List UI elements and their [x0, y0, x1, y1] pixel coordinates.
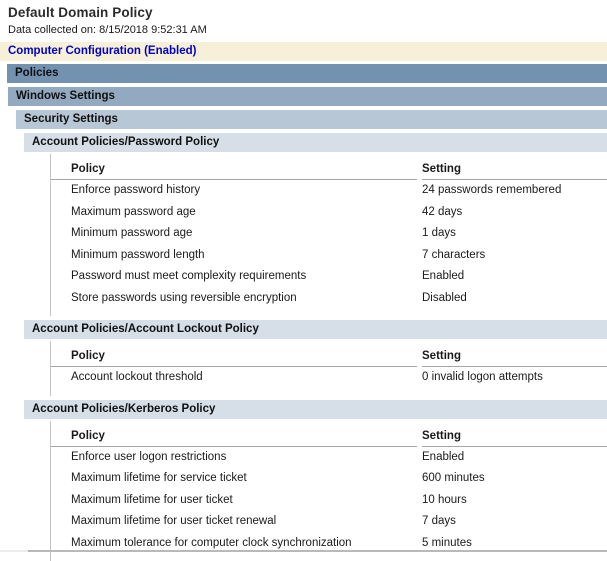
column-header-setting: Setting: [422, 426, 607, 447]
password-policy-header-bar[interactable]: Account Policies/Password Policy: [24, 133, 607, 152]
setting-cell: Disabled: [422, 288, 607, 310]
column-header-policy: Policy: [51, 426, 417, 447]
table-row: Maximum lifetime for user ticket renewal…: [51, 511, 607, 533]
policy-cell: Minimum password age: [51, 223, 417, 245]
policy-cell: Password must meet complexity requiremen…: [51, 266, 417, 288]
table-row: Store passwords using reversible encrypt…: [51, 288, 607, 310]
column-header-policy: Policy: [51, 346, 417, 367]
windows-settings-header-bar[interactable]: Windows Settings: [8, 87, 607, 106]
table-row: Maximum lifetime for service ticket 600 …: [51, 468, 607, 490]
scrollbar-track[interactable]: [28, 550, 607, 552]
computer-configuration-banner[interactable]: Computer Configuration (Enabled): [0, 42, 607, 61]
data-collected-timestamp: Data collected on: 8/15/2018 9:52:31 AM: [8, 24, 607, 36]
password-policy-table: Policy Setting Enforce password history …: [50, 154, 607, 316]
policy-cell: Account lockout threshold: [51, 367, 417, 389]
column-header-setting: Setting: [422, 346, 607, 367]
table-header-row: Policy Setting: [51, 159, 607, 180]
account-lockout-policy-section: Account Policies/Account Lockout Policy …: [24, 320, 607, 396]
horizontal-scrollbar[interactable]: [0, 548, 607, 552]
policy-cell: Maximum password age: [51, 202, 417, 224]
setting-cell: 42 days: [422, 202, 607, 224]
policy-cell: Store passwords using reversible encrypt…: [51, 288, 417, 310]
setting-cell: 7 characters: [422, 245, 607, 267]
policy-cell: Minimum password length: [51, 245, 417, 267]
setting-cell: 600 minutes: [422, 468, 607, 490]
policies-section: Policies Windows Settings Security Setti…: [0, 64, 607, 561]
kerberos-policy-section: Account Policies/Kerberos Policy Policy …: [24, 400, 607, 561]
setting-cell: 1 days: [422, 223, 607, 245]
table-row: Maximum password age 42 days: [51, 202, 607, 224]
password-policy-section: Account Policies/Password Policy Policy …: [24, 133, 607, 316]
table-row: Password must meet complexity requiremen…: [51, 266, 607, 288]
setting-cell: 0 invalid logon attempts: [422, 367, 607, 389]
setting-cell: 10 hours: [422, 490, 607, 512]
page-title: Default Domain Policy: [8, 5, 607, 20]
table-header-row: Policy Setting: [51, 426, 607, 447]
security-settings-header-bar[interactable]: Security Settings: [16, 110, 607, 129]
security-settings-section: Security Settings Account Policies/Passw…: [16, 110, 607, 561]
table-row: Minimum password length 7 characters: [51, 245, 607, 267]
table-row: Enforce user logon restrictions Enabled: [51, 447, 607, 469]
policy-cell: Enforce user logon restrictions: [51, 447, 417, 469]
table-row: Enforce password history 24 passwords re…: [51, 180, 607, 202]
table-header-row: Policy Setting: [51, 346, 607, 367]
table-row: Minimum password age 1 days: [51, 223, 607, 245]
account-lockout-policy-header-bar[interactable]: Account Policies/Account Lockout Policy: [24, 320, 607, 339]
column-header-setting: Setting: [422, 159, 607, 180]
security-settings-content: Account Policies/Password Policy Policy …: [24, 133, 607, 561]
policy-cell: Enforce password history: [51, 180, 417, 202]
setting-cell: Enabled: [422, 266, 607, 288]
account-lockout-policy-table: Policy Setting Account lockout threshold…: [50, 341, 607, 396]
windows-settings-section: Windows Settings Security Settings Accou…: [8, 87, 607, 561]
setting-cell: 24 passwords remembered: [422, 180, 607, 202]
policies-header-bar[interactable]: Policies: [7, 64, 607, 83]
setting-cell: Enabled: [422, 447, 607, 469]
setting-cell: 7 days: [422, 511, 607, 533]
kerberos-policy-header-bar[interactable]: Account Policies/Kerberos Policy: [24, 400, 607, 419]
policy-cell: Maximum lifetime for user ticket renewal: [51, 511, 417, 533]
policy-cell: Maximum lifetime for service ticket: [51, 468, 417, 490]
column-header-policy: Policy: [51, 159, 417, 180]
kerberos-policy-table: Policy Setting Enforce user logon restri…: [50, 421, 607, 561]
policy-cell: Maximum lifetime for user ticket: [51, 490, 417, 512]
table-row: Maximum lifetime for user ticket 10 hour…: [51, 490, 607, 512]
table-row: Account lockout threshold 0 invalid logo…: [51, 367, 607, 389]
scrollbar-left-segment: [0, 550, 28, 552]
